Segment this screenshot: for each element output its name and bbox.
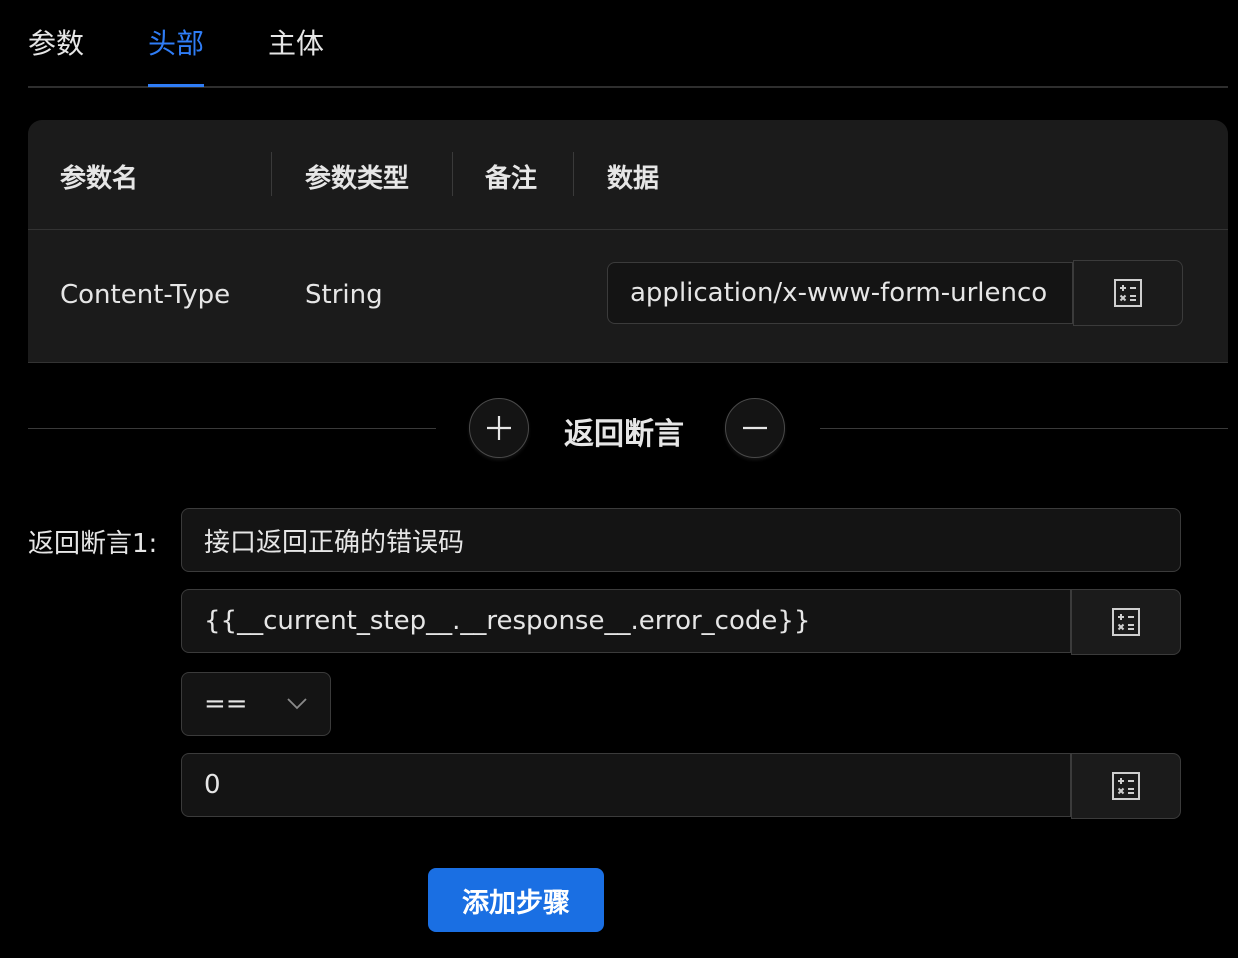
header-data-input[interactable]: application/x-www-form-urlenco bbox=[607, 262, 1073, 324]
header-data-input-group: application/x-www-form-urlenco bbox=[607, 260, 1183, 326]
variable-picker-button[interactable] bbox=[1071, 753, 1181, 819]
tab-body[interactable]: 主体 bbox=[268, 22, 324, 62]
column-divider bbox=[573, 152, 574, 196]
minus-icon bbox=[743, 426, 767, 430]
column-divider bbox=[271, 152, 272, 196]
variable-picker-button[interactable] bbox=[1073, 260, 1183, 326]
calculator-icon bbox=[1112, 772, 1140, 800]
assertion-section-title: 返回断言 bbox=[564, 417, 684, 452]
column-header-name: 参数名 bbox=[60, 164, 139, 194]
table-header: 参数名 参数类型 备注 数据 bbox=[28, 120, 1228, 230]
divider-line-right bbox=[820, 428, 1228, 429]
assertion-description-input[interactable]: 接口返回正确的错误码 bbox=[181, 508, 1181, 572]
assertion-expected-input[interactable]: 0 bbox=[181, 753, 1071, 817]
assertion-expression-input[interactable]: {{__current_step__.__response__.error_co… bbox=[181, 589, 1071, 653]
assertion-label: 返回断言1: bbox=[28, 529, 158, 559]
tab-headers[interactable]: 头部 bbox=[148, 22, 204, 62]
operator-select-value: == bbox=[204, 689, 248, 719]
add-assertion-button[interactable] bbox=[469, 398, 529, 458]
plus-icon bbox=[487, 416, 511, 440]
column-header-data: 数据 bbox=[607, 164, 660, 194]
chevron-down-icon bbox=[287, 698, 307, 710]
add-step-button[interactable]: 添加步骤 bbox=[428, 868, 604, 932]
operator-select[interactable]: == bbox=[181, 672, 331, 736]
column-divider bbox=[452, 152, 453, 196]
app-root: 参数 头部 主体 参数名 参数类型 备注 数据 Content-Type Str… bbox=[0, 0, 1238, 958]
tab-bar: 参数 头部 主体 bbox=[28, 0, 1228, 88]
header-type-cell: String bbox=[305, 280, 383, 310]
headers-table: 参数名 参数类型 备注 数据 Content-Type String appli… bbox=[28, 120, 1228, 363]
table-row: Content-Type String application/x-www-fo… bbox=[28, 230, 1228, 363]
header-name-cell: Content-Type bbox=[60, 280, 231, 310]
calculator-icon bbox=[1114, 279, 1142, 307]
remove-assertion-button[interactable] bbox=[725, 398, 785, 458]
assertion-expression-group: {{__current_step__.__response__.error_co… bbox=[181, 589, 1181, 655]
variable-picker-button[interactable] bbox=[1071, 589, 1181, 655]
calculator-icon bbox=[1112, 608, 1140, 636]
column-header-type: 参数类型 bbox=[305, 164, 410, 194]
divider-line-left bbox=[28, 428, 436, 429]
assertion-expected-group: 0 bbox=[181, 753, 1181, 819]
column-header-remark: 备注 bbox=[485, 164, 538, 194]
active-tab-indicator bbox=[148, 84, 204, 87]
tab-params[interactable]: 参数 bbox=[28, 22, 84, 62]
